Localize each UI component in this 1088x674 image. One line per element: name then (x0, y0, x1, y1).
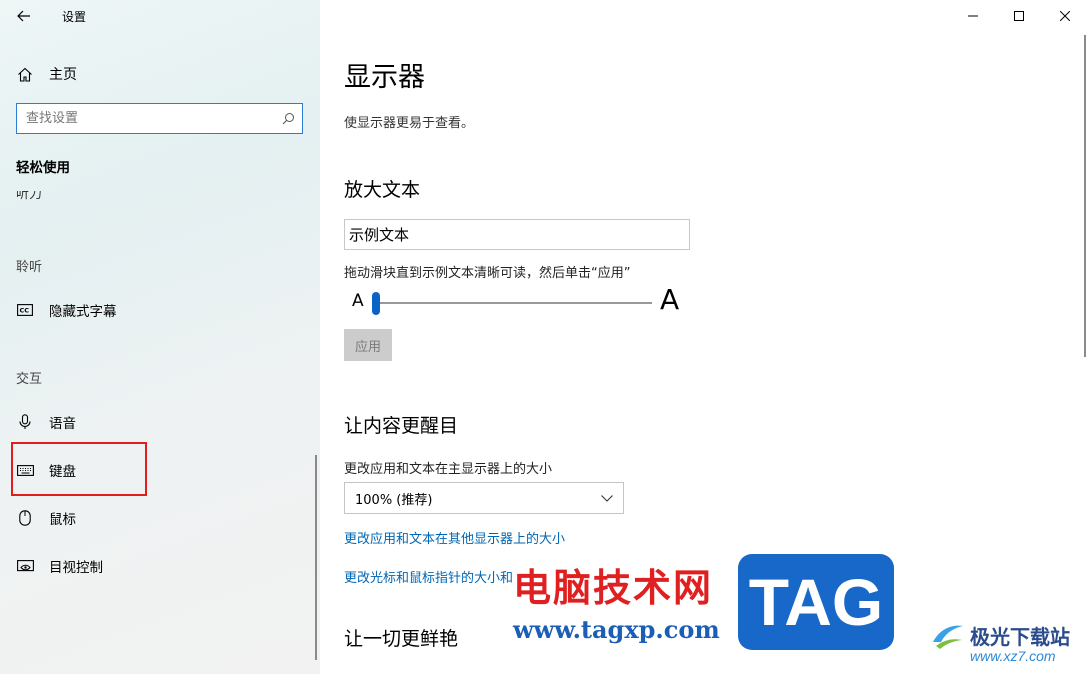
page-subtitle: 使显示器更易于查看。 (344, 116, 475, 131)
sidebar-item-label: 目视控制 (49, 560, 103, 576)
window-controls (950, 0, 1088, 32)
section-heading-vivid: 让一切更鲜艳 (344, 628, 459, 650)
slider-min-label: A (352, 291, 364, 311)
text-size-slider-thumb[interactable] (372, 292, 380, 315)
sidebar-item-mouse[interactable]: 鼠标 (0, 498, 320, 538)
home-icon (1, 67, 49, 82)
eye-control-icon (1, 559, 49, 573)
sidebar-item-label: 语音 (49, 416, 76, 432)
sidebar-item-eye-control[interactable]: 目视控制 (0, 546, 320, 586)
section-heading-enlarge-text: 放大文本 (344, 179, 421, 201)
sidebar-item-closed-captions[interactable]: CC 隐藏式字幕 (0, 290, 320, 330)
page-title: 显示器 (344, 62, 425, 93)
titlebar: 设置 (0, 0, 320, 32)
svg-text:CC: CC (20, 307, 30, 315)
scale-dropdown[interactable]: 100% (推荐) (344, 482, 624, 514)
group-heading-interaction: 交互 (16, 372, 43, 387)
closed-caption-icon: CC (1, 304, 49, 316)
section-title: 轻松使用 (16, 160, 70, 176)
watermark-text-cn: 电脑技术网 (513, 566, 714, 610)
section-heading-make-prominent: 让内容更醒目 (344, 415, 459, 437)
watermark-site-url: www.xz7.com (970, 648, 1056, 664)
watermark-url: www.tagxp.com (513, 615, 720, 644)
sidebar-scrollbar[interactable] (315, 455, 317, 660)
back-button[interactable] (0, 0, 48, 32)
watermark-site-name: 极光下载站 (970, 624, 1070, 649)
search-input[interactable] (17, 104, 274, 133)
search-icon[interactable] (274, 112, 302, 125)
maximize-icon (1014, 11, 1024, 21)
chevron-down-icon (601, 494, 613, 502)
scale-dropdown-value: 100% (推荐) (355, 492, 433, 508)
mouse-icon (1, 510, 49, 526)
minimize-button[interactable] (950, 0, 996, 32)
sidebar: 设置 主页 轻松使用 听力 聆听 CC 隐藏式字幕 交互 语音 键盘 (0, 0, 320, 674)
maximize-button[interactable] (996, 0, 1042, 32)
sidebar-item-speech[interactable]: 语音 (0, 402, 320, 442)
sample-text-box: 示例文本 (344, 219, 690, 250)
microphone-icon (1, 414, 49, 430)
main-scrollbar[interactable] (1084, 35, 1086, 357)
sidebar-item-home[interactable]: 主页 (0, 56, 320, 92)
group-heading-hearing: 聆听 (16, 260, 43, 275)
apply-button[interactable]: 应用 (344, 329, 392, 361)
sidebar-item-hearing-cut[interactable]: 听力 (16, 191, 42, 205)
close-icon (1060, 11, 1070, 21)
back-arrow-icon (17, 10, 30, 22)
other-display-size-link[interactable]: 更改应用和文本在其他显示器上的大小 (344, 528, 565, 547)
aurora-logo-icon (933, 625, 963, 649)
sidebar-item-label: 隐藏式字幕 (49, 304, 117, 320)
search-box[interactable] (16, 103, 303, 134)
size-label: 更改应用和文本在主显示器上的大小 (344, 462, 553, 477)
cursor-size-link[interactable]: 更改光标和鼠标指针的大小和 (344, 567, 513, 586)
app-title: 设置 (62, 9, 87, 24)
keyboard-highlight-box (11, 442, 147, 496)
watermark-tag-logo: TAG (738, 554, 894, 650)
text-size-slider-track[interactable] (380, 302, 652, 304)
watermark-site: 极光下载站 (930, 620, 1070, 650)
close-button[interactable] (1042, 0, 1088, 32)
sidebar-item-label: 主页 (49, 67, 77, 83)
minimize-icon (968, 15, 978, 17)
sidebar-item-label: 鼠标 (49, 512, 76, 528)
slider-max-label: A (660, 283, 680, 316)
slider-hint: 拖动滑块直到示例文本清晰可读，然后单击“应用” (344, 266, 631, 281)
